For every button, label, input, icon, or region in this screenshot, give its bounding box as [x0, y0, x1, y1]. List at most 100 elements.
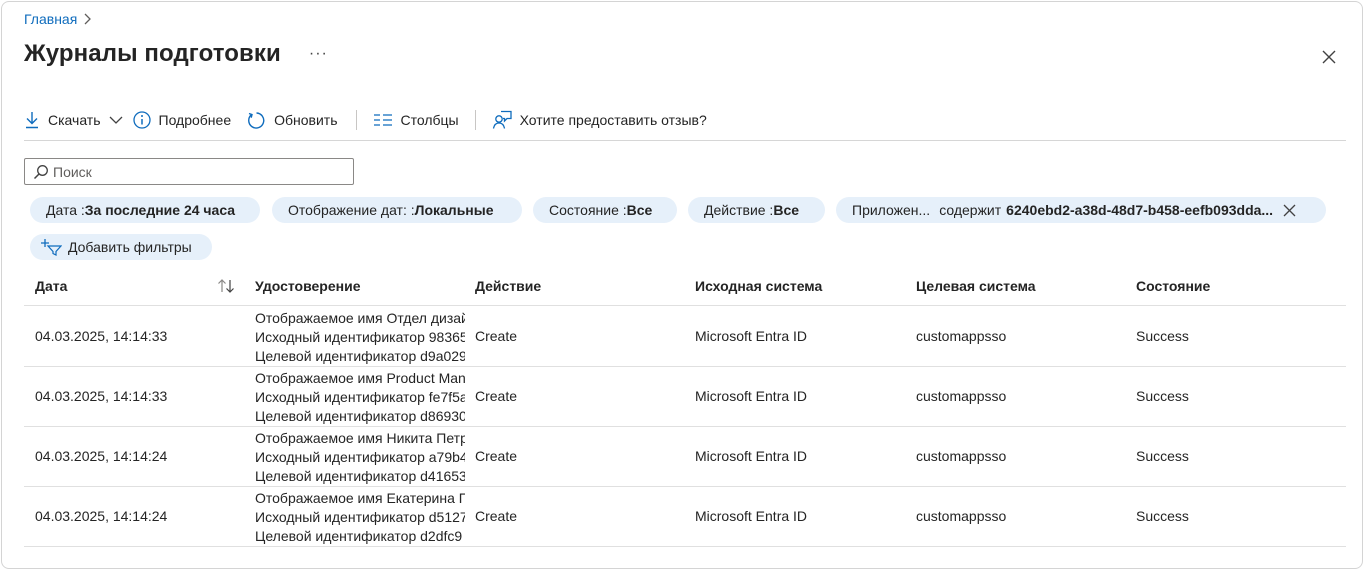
cell-identity: Отображаемое имя Екатерина П Исходный ид… — [255, 489, 465, 546]
close-button[interactable] — [1318, 46, 1340, 68]
identity-target-id: Целевой идентификатор d9a029 — [255, 348, 465, 364]
close-icon — [1322, 50, 1336, 64]
refresh-label: Обновить — [274, 112, 338, 128]
identity-source-id: Исходный идентификатор 9836514 — [255, 329, 465, 345]
sort-icon[interactable] — [217, 278, 235, 297]
identity-display-name: Отображаемое имя Екатерина П — [255, 490, 465, 506]
cell-action: Create — [475, 328, 518, 344]
column-header-date[interactable]: Дата — [35, 278, 67, 294]
toolbar-divider — [355, 110, 357, 130]
cell-source: Microsoft Entra ID — [695, 388, 808, 404]
columns-button[interactable]: Столбцы — [373, 108, 459, 132]
breadcrumb-home-link[interactable]: Главная — [24, 11, 77, 27]
toolbar-divider-line — [24, 140, 1346, 141]
download-label: Скачать — [48, 112, 101, 128]
table-row[interactable]: 04.03.2025, 14:14:24 Отображаемое имя Ни… — [24, 426, 1346, 487]
title-row: Журналы подготовки ··· — [24, 40, 328, 68]
details-button[interactable]: Подробнее — [132, 108, 232, 132]
column-header-status[interactable]: Состояние — [1136, 278, 1210, 294]
cell-action: Create — [475, 448, 518, 464]
search-box[interactable] — [24, 158, 354, 185]
cell-target: customappsso — [916, 448, 1007, 464]
cell-date: 04.03.2025, 14:14:24 — [35, 508, 168, 524]
table-row[interactable]: 04.03.2025, 14:14:24 Отображаемое имя Ек… — [24, 486, 1346, 547]
provisioning-logs-blade: Главная Журналы подготовки ··· Скачать П… — [1, 1, 1363, 569]
cell-source: Microsoft Entra ID — [695, 508, 808, 524]
identity-display-name: Отображаемое имя Product Manager — [255, 370, 465, 386]
refresh-icon — [248, 111, 265, 129]
add-filter-icon — [41, 239, 62, 256]
filter-date-label: Дата : — [46, 202, 85, 218]
filter-pill-date[interactable]: Дата : За последние 24 часа — [30, 197, 260, 223]
columns-label: Столбцы — [400, 112, 459, 128]
toolbar-divider — [474, 110, 476, 130]
cell-target: customappsso — [916, 328, 1007, 344]
identity-target-id: Целевой идентификатор d2dfc9 — [255, 528, 463, 544]
table-row[interactable]: 04.03.2025, 14:14:33 Отображаемое имя Pr… — [24, 366, 1346, 427]
cell-identity: Отображаемое имя Product Manager Исходны… — [255, 369, 465, 426]
table-header: Дата Удостоверение Действие Исходная сис… — [24, 272, 1346, 306]
table-row[interactable]: 04.03.2025, 14:14:33 Отображаемое имя От… — [24, 306, 1346, 367]
cell-date: 04.03.2025, 14:14:24 — [35, 448, 168, 464]
add-filters-label: Добавить фильтры — [68, 239, 192, 255]
column-header-identity[interactable]: Удостоверение — [255, 278, 361, 294]
page-title: Журналы подготовки — [24, 40, 281, 67]
cell-date: 04.03.2025, 14:14:33 — [35, 328, 168, 344]
column-header-target[interactable]: Целевая система — [916, 278, 1036, 294]
identity-source-id: Исходный идентификатор fe7f5a — [255, 389, 465, 405]
filter-pill-status[interactable]: Состояние : Все — [533, 197, 677, 223]
identity-target-id: Целевой идентификатор d869301 — [255, 408, 465, 424]
filter-date-display-value: Локальные — [414, 202, 494, 218]
cell-status: Success — [1136, 508, 1189, 524]
add-filters-button[interactable]: Добавить фильтры — [30, 234, 212, 260]
filter-pill-application[interactable]: Приложен... содержит 6240ebd2-a38d-48d7-… — [836, 197, 1326, 223]
identity-display-name: Отображаемое имя Никита Петров — [255, 430, 465, 446]
close-icon — [1283, 204, 1296, 216]
cell-source: Microsoft Entra ID — [695, 448, 808, 464]
identity-display-name: Отображаемое имя Отдел дизайна — [255, 310, 465, 326]
more-options-button[interactable]: ··· — [309, 45, 328, 63]
chevron-down-icon — [109, 116, 122, 124]
identity-source-id: Исходный идентификатор a79b4c — [255, 449, 465, 465]
details-label: Подробнее — [158, 112, 232, 128]
cell-action: Create — [475, 508, 518, 524]
download-button[interactable]: Скачать — [24, 108, 123, 132]
cell-source: Microsoft Entra ID — [695, 328, 808, 344]
remove-filter-button[interactable] — [1283, 204, 1296, 217]
command-bar: Скачать Подробнее Обновить Столбцы Хотит… — [24, 108, 707, 132]
search-input[interactable] — [53, 163, 343, 180]
filter-action-label: Действие : — [704, 202, 774, 218]
chevron-right-icon — [83, 13, 92, 25]
cell-date: 04.03.2025, 14:14:33 — [35, 388, 168, 404]
search-icon — [33, 164, 48, 179]
info-icon — [132, 111, 151, 129]
filter-app-value: 6240ebd2-a38d-48d7-b458-eefb093dda... — [1006, 202, 1274, 218]
feedback-button[interactable]: Хотите предоставить отзыв? — [492, 108, 707, 132]
column-header-action[interactable]: Действие — [475, 278, 541, 294]
cell-target: customappsso — [916, 388, 1007, 404]
cell-status: Success — [1136, 328, 1189, 344]
breadcrumb: Главная — [24, 11, 92, 27]
cell-target: customappsso — [916, 508, 1007, 524]
identity-target-id: Целевой идентификатор d41653 — [255, 468, 465, 484]
refresh-button[interactable]: Обновить — [247, 108, 338, 132]
filter-date-display-label: Отображение дат: : — [288, 202, 415, 218]
feedback-label: Хотите предоставить отзыв? — [519, 112, 707, 128]
filter-pill-action[interactable]: Действие : Все — [688, 197, 825, 223]
filter-date-value: За последние 24 часа — [84, 202, 236, 218]
cell-identity: Отображаемое имя Никита Петров Исходный … — [255, 429, 465, 486]
column-header-source[interactable]: Исходная система — [695, 278, 822, 294]
cell-identity: Отображаемое имя Отдел дизайна Исходный … — [255, 309, 465, 366]
filter-app-operator: содержит — [939, 202, 1002, 218]
cell-status: Success — [1136, 448, 1189, 464]
filter-app-label: Приложен... — [852, 202, 931, 218]
cell-action: Create — [475, 388, 518, 404]
download-icon — [26, 112, 38, 129]
filter-status-label: Состояние : — [549, 202, 627, 218]
filter-pill-date-display[interactable]: Отображение дат: : Локальные — [272, 197, 522, 223]
columns-icon — [373, 114, 392, 126]
feedback-icon — [492, 110, 512, 129]
identity-source-id: Исходный идентификатор d5127 — [255, 509, 465, 525]
cell-status: Success — [1136, 388, 1189, 404]
filter-status-value: Все — [626, 202, 653, 218]
